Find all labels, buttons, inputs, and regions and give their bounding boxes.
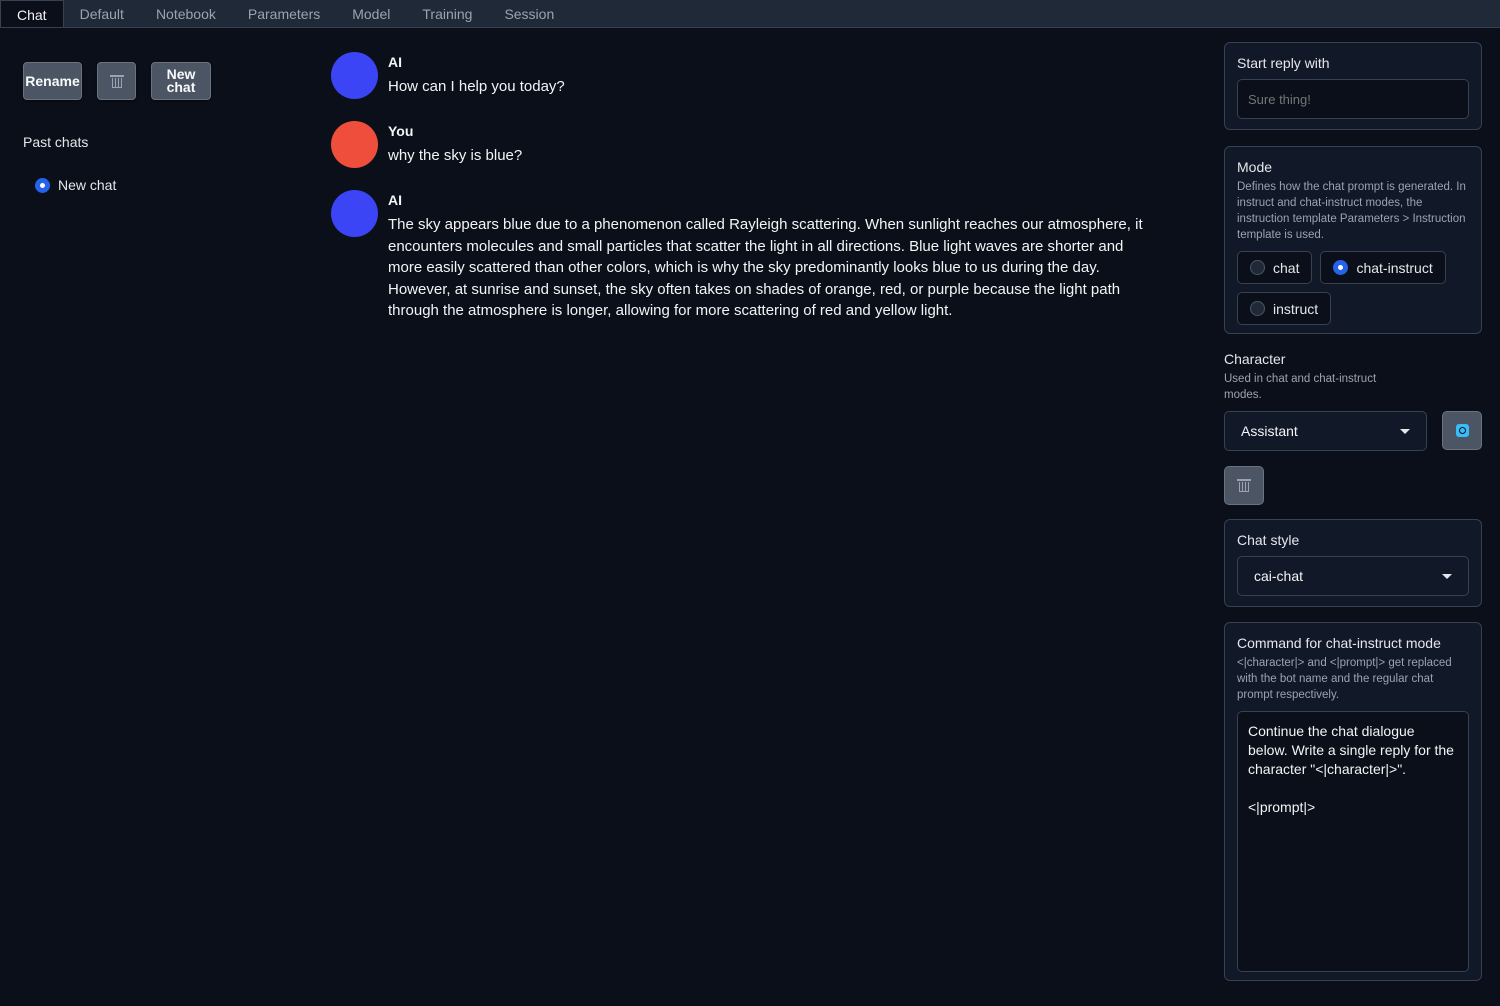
chevron-down-icon: [1400, 428, 1410, 434]
trash-icon: [109, 74, 124, 88]
delete-chat-button[interactable]: [97, 62, 136, 100]
tab-session[interactable]: Session: [488, 0, 570, 27]
chevron-down-icon: [1442, 573, 1452, 579]
refresh-icon: [1455, 424, 1469, 437]
message-sender: You: [388, 123, 414, 139]
command-description: <|character|> and <|prompt|> get replace…: [1237, 657, 1452, 701]
rename-button[interactable]: Rename: [23, 62, 82, 100]
mode-description: Defines how the chat prompt is generated…: [1237, 181, 1466, 241]
delete-character-button[interactable]: [1224, 466, 1264, 505]
new-chat-button[interactable]: New chat: [151, 62, 211, 100]
chat-history-panel: Rename New chat Past chats New chat: [23, 62, 283, 193]
tab-chat[interactable]: Chat: [0, 0, 64, 27]
chat-actions: Rename New chat: [23, 62, 283, 100]
chat-settings-panel: Start reply with Mode Defines how the ch…: [1224, 42, 1482, 981]
mode-option-label: instruct: [1273, 300, 1319, 317]
start-reply-panel: Start reply with: [1224, 42, 1482, 130]
new-chat-label-line2: chat: [166, 79, 196, 95]
message: AI How can I help you today?: [331, 52, 1161, 99]
character-select[interactable]: Assistant: [1224, 411, 1427, 451]
message: AI The sky appears blue due to a phenome…: [331, 190, 1161, 322]
start-reply-title: Start reply with: [1237, 55, 1330, 71]
radio-selected-icon: [1333, 260, 1349, 275]
past-chat-label: New chat: [58, 177, 117, 193]
command-textarea[interactable]: Continue the chat dialogue below. Write …: [1237, 711, 1469, 972]
trash-icon: [1237, 479, 1251, 492]
message-sender: AI: [388, 54, 402, 70]
character-value: Assistant: [1241, 423, 1298, 439]
tab-default[interactable]: Default: [64, 0, 140, 27]
avatar: [331, 121, 378, 168]
past-chat-item[interactable]: New chat: [35, 177, 283, 193]
chat-style-value: cai-chat: [1254, 568, 1304, 584]
refresh-button[interactable]: [1442, 411, 1482, 450]
tab-model[interactable]: Model: [336, 0, 406, 27]
chat-transcript: AI How can I help you today? You why the…: [331, 52, 1161, 344]
mode-option-label: chat: [1273, 259, 1300, 276]
message: You why the sky is blue?: [331, 121, 1161, 168]
radio-unselected-icon: [1250, 301, 1265, 316]
avatar: [331, 190, 378, 237]
tab-notebook[interactable]: Notebook: [140, 0, 232, 27]
command-panel: Command for chat-instruct mode <|charact…: [1224, 622, 1482, 981]
tab-bar: Chat Default Notebook Parameters Model T…: [0, 0, 1500, 28]
mode-option-label: chat-instruct: [1356, 259, 1433, 276]
message-text: The sky appears blue due to a phenomenon…: [388, 216, 1143, 319]
command-title: Command for chat-instruct mode: [1237, 635, 1441, 651]
mode-option-chat[interactable]: chat: [1237, 251, 1313, 284]
radio-selected-icon: [35, 177, 50, 193]
character-title: Character: [1224, 351, 1286, 367]
chat-style-select[interactable]: cai-chat: [1237, 556, 1469, 596]
tab-parameters[interactable]: Parameters: [232, 0, 336, 27]
message-text: How can I help you today?: [388, 78, 565, 95]
mode-option-instruct[interactable]: instruct: [1237, 292, 1332, 325]
radio-unselected-icon: [1250, 260, 1265, 275]
chat-style-panel: Chat style cai-chat: [1224, 519, 1482, 607]
tab-training[interactable]: Training: [406, 0, 488, 27]
past-chats-label: Past chats: [23, 134, 89, 150]
message-sender: AI: [388, 192, 402, 208]
character-description: Used in chat and chat-instruct modes.: [1224, 373, 1377, 401]
start-reply-input[interactable]: [1237, 79, 1469, 119]
mode-title: Mode: [1237, 159, 1273, 175]
character-section: Character Used in chat and chat-instruct…: [1224, 351, 1482, 505]
message-text: why the sky is blue?: [388, 147, 523, 164]
mode-option-chat-instruct[interactable]: chat-instruct: [1320, 251, 1446, 284]
mode-options: chat chat-instruct instruct: [1237, 251, 1469, 325]
avatar: [331, 52, 378, 99]
chat-style-title: Chat style: [1237, 532, 1300, 548]
mode-panel: Mode Defines how the chat prompt is gene…: [1224, 146, 1482, 334]
